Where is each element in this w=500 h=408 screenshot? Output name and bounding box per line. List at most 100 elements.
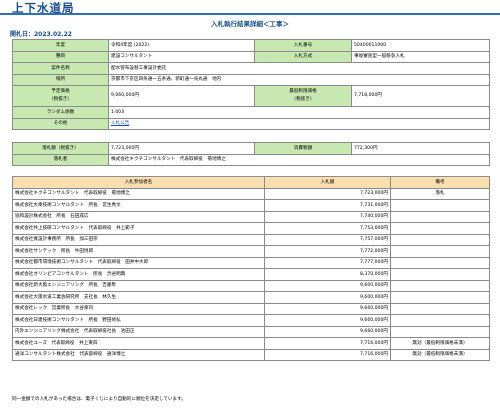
open-date: 開札日：2023.02.22 bbox=[10, 31, 72, 38]
min-price-label: 最低制限価格 （税抜き） bbox=[254, 85, 352, 107]
bidder-row: 株式会社共上技研コンサルタント 代表取締役 井上範子 7,753,000円 bbox=[12, 222, 490, 235]
bidder-row: 内外エンジニアリング株式会社 代表取締役社長 池田正 9,660,000円 bbox=[12, 325, 490, 338]
bid-amount: 9,660,000円 bbox=[264, 325, 391, 338]
bid-amount: 7,731,000円 bbox=[264, 199, 391, 212]
bid-amount: 7,777,000円 bbox=[264, 256, 391, 269]
bidder-row: 通洋コンサルタント株式会社 代表取締役 通洋博之 7,716,000円 無効（最低制… bbox=[12, 348, 490, 361]
min-price-value: 7,718,000円 bbox=[351, 85, 490, 107]
bid-amount: 7,757,000円 bbox=[264, 233, 391, 246]
bid-remark bbox=[390, 245, 490, 258]
bid-notice-link[interactable]: 入札公告 bbox=[111, 121, 129, 126]
bid-method-value: 事後審査型一般競争入札 bbox=[351, 50, 490, 63]
footnote: 同一金額での入札があった場合は、電子くじにより自動的に順位を決定しています。 bbox=[12, 397, 186, 402]
header-divider bbox=[0, 13, 500, 15]
other-value: 入札公告 bbox=[108, 117, 490, 130]
bid-remark bbox=[390, 291, 490, 304]
category-value: 建設コンサルタント bbox=[108, 50, 255, 63]
location-row: 場所 京都市下京区四条通一五条通、新町通～烏丸通 地内 bbox=[12, 73, 490, 86]
bid-details-table: 年度 令和4年度 (2022) 入札番号 50400011000 種目 建設コン… bbox=[12, 39, 490, 130]
tax-label: 消費税額 bbox=[254, 142, 352, 155]
bidder-row: 株式会社日建技術コンサルタント 所長 野田修弘 9,660,000円 bbox=[12, 314, 490, 327]
fiscal-year-label: 年度 bbox=[12, 39, 109, 52]
bidder-name: 通洋コンサルタント株式会社 代表取締役 通洋博之 bbox=[12, 348, 265, 361]
bid-amount: 7,753,000円 bbox=[264, 222, 391, 235]
winner-row: 落札者 株式会社キクチコンサルタント 代表取締役 菊地博之 bbox=[12, 153, 490, 166]
bid-amount: 7,723,000円 bbox=[264, 187, 391, 200]
bid-amount: 9,600,000円 bbox=[264, 279, 391, 292]
bid-remark bbox=[390, 279, 490, 292]
bidder-name: 株式会社ユーズ 代表取締役 井上東四 bbox=[12, 337, 265, 350]
winner-value: 株式会社キクチコンサルタント 代表取締役 菊地博之 bbox=[108, 153, 490, 166]
bid-remark bbox=[390, 256, 490, 269]
planned-price-label-note: （税抜き） bbox=[49, 97, 72, 102]
bid-amount: 9,600,000円 bbox=[264, 291, 391, 304]
bid-amount: 9,660,000円 bbox=[264, 302, 391, 315]
bidder-name: 株式会社寛設計事務所 所長 加三田宗 bbox=[12, 233, 265, 246]
bidder-name: 協和設計株式会社 所長 石田成広 bbox=[12, 210, 265, 223]
project-name-label: 案件名称 bbox=[12, 62, 109, 75]
bid-remark: 無効（最低制限価格未満） bbox=[390, 348, 490, 361]
bidders-table: 入札参加者名 入札額 備考 株式会社キクチコンサルタント 代表取締役 菊地博之 7… bbox=[12, 176, 490, 361]
category-label: 種目 bbox=[12, 50, 109, 63]
page-heading: 入札執行結果詳細＜工事＞ bbox=[211, 20, 289, 28]
random-value: 1.003 bbox=[108, 106, 490, 119]
random-label: ランダム係数 bbox=[12, 106, 109, 119]
bid-amount: 7,772,000円 bbox=[264, 245, 391, 258]
tax-value: 772,300円 bbox=[351, 142, 490, 155]
bidder-row: 株式会社寛設計事務所 所長 加三田宗 7,757,000円 bbox=[12, 233, 490, 246]
bidder-row: 株式会社大幸技術コンサルタント 所長 宮生秀文 7,731,000円 bbox=[12, 199, 490, 212]
bidder-row: 株式会社サンテック 所長 牛田悦郎 7,772,000円 bbox=[12, 245, 490, 258]
bidder-name-header: 入札参加者名 bbox=[12, 176, 265, 189]
bid-amount: 7,740,000円 bbox=[264, 210, 391, 223]
bid-remark bbox=[390, 199, 490, 212]
fiscal-year-value: 令和4年度 (2022) bbox=[108, 39, 255, 52]
bidder-row: 株式会社レック 営業所長 大谷幸司 9,660,000円 bbox=[12, 302, 490, 315]
min-price-label-text: 最低制限価格 bbox=[289, 89, 317, 94]
bidder-row: 株式会社オリンピアコンサルタント 所長 渋谷明典 8,370,000円 bbox=[12, 268, 490, 281]
bidder-name: 株式会社新大阪エンジニアリング 所長 吉藤隼 bbox=[12, 279, 265, 292]
award-amount-label: 落札額（税抜き） bbox=[12, 142, 109, 155]
location-value: 京都市下京区四条通一五条通、新町通～烏丸通 地内 bbox=[108, 73, 490, 86]
random-row: ランダム係数 1.003 bbox=[12, 106, 490, 119]
bidder-row: 株式会社大阪水道工業会研究所 支社長 林久生 9,600,000円 bbox=[12, 291, 490, 304]
bidder-name: 株式会社キクチコンサルタント 代表取締役 菊地博之 bbox=[12, 187, 265, 200]
bidder-name: 株式会社サンテック 所長 牛田悦郎 bbox=[12, 245, 265, 258]
bidder-name: 株式会社都市環境技術コンサルタント 代表取締役 田井中大郎 bbox=[12, 256, 265, 269]
bid-remark bbox=[390, 268, 490, 281]
bid-remark bbox=[390, 325, 490, 338]
award-amount-value: 7,723,000円 bbox=[108, 142, 255, 155]
bidder-name: 株式会社大阪水道工業会研究所 支社長 林久生 bbox=[12, 291, 265, 304]
winner-label: 落札者 bbox=[12, 153, 109, 166]
bid-no-value: 50400011000 bbox=[351, 39, 490, 52]
fiscal-year-row: 年度 令和4年度 (2022) 入札番号 50400011000 bbox=[12, 39, 490, 52]
bid-amount: 7,716,000円 bbox=[264, 348, 391, 361]
bid-amount-header: 入札額 bbox=[264, 176, 391, 189]
bid-no-label: 入札番号 bbox=[254, 39, 352, 52]
bidder-row: 株式会社都市環境技術コンサルタント 代表取締役 田井中大郎 7,777,000円 bbox=[12, 256, 490, 269]
bidder-row: 株式会社キクチコンサルタント 代表取締役 菊地博之 7,723,000円 落札 bbox=[12, 187, 490, 200]
price-row: 予定価格 （税抜き） 9,060,000円 最低制限価格 （税抜き） 7,718… bbox=[12, 85, 490, 107]
project-name-row: 案件名称 配水管布設替工事設計委託 bbox=[12, 62, 490, 75]
min-price-label-note: （税抜き） bbox=[291, 97, 315, 102]
bidder-name: 株式会社共上技研コンサルタント 代表取締役 井上範子 bbox=[12, 222, 265, 235]
bidder-row: 協和設計株式会社 所長 石田成広 7,740,000円 bbox=[12, 210, 490, 223]
bidder-name: 株式会社大幸技術コンサルタント 所長 宮生秀文 bbox=[12, 199, 265, 212]
planned-price-value: 9,060,000円 bbox=[108, 85, 255, 107]
category-row: 種目 建設コンサルタント 入札方式 事後審査型一般競争入札 bbox=[12, 50, 490, 63]
location-label: 場所 bbox=[12, 73, 109, 86]
bidder-name: 株式会社レック 営業所長 大谷幸司 bbox=[12, 302, 265, 315]
planned-price-label-text: 予定価格 bbox=[51, 89, 70, 94]
planned-price-label: 予定価格 （税抜き） bbox=[12, 85, 109, 107]
project-name-value: 配水管布設替工事設計委託 bbox=[108, 62, 490, 75]
bid-remark: 落札 bbox=[390, 187, 490, 200]
bidder-name: 株式会社日建技術コンサルタント 所長 野田修弘 bbox=[12, 314, 265, 327]
bid-method-label: 入札方式 bbox=[254, 50, 352, 63]
bidder-row: 株式会社ユーズ 代表取締役 井上東四 7,716,000円 無効（最低制限価格未満） bbox=[12, 337, 490, 350]
other-row: その他 入札公告 bbox=[12, 117, 490, 130]
bid-remark bbox=[390, 210, 490, 223]
remarks-header: 備考 bbox=[390, 176, 490, 189]
bid-amount: 8,370,000円 bbox=[264, 268, 391, 281]
bidder-name: 内外エンジニアリング株式会社 代表取締役社長 池田正 bbox=[12, 325, 265, 338]
bid-amount: 9,660,000円 bbox=[264, 314, 391, 327]
bid-amount: 7,716,000円 bbox=[264, 337, 391, 350]
